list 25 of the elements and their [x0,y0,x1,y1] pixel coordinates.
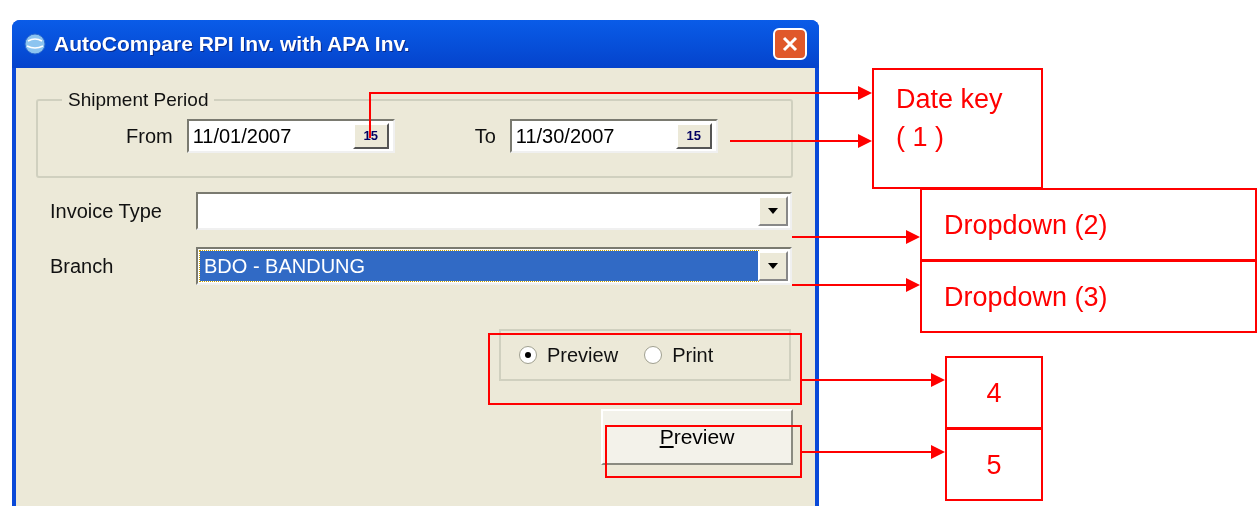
group-label: Shipment Period [67,88,210,112]
date-field[interactable]: 11/01/2007 15 [186,118,395,153]
calendar-button[interactable]: 15 [352,122,389,149]
window-title: AutoCompare RPI Inv. with APA Inv. [54,31,410,58]
radio-option[interactable]: Preview [519,340,619,370]
dropdown-arrow-icon [768,208,778,214]
field-label: Invoice Type [50,199,163,224]
calendar-button[interactable]: 15 [675,122,712,149]
date-field[interactable]: 11/30/2007 15 [509,118,718,153]
callout-text: Dropdown (2) [944,208,1108,242]
globe-icon [24,33,46,55]
dropdown-field[interactable]: BDO - BANDUNG [196,247,792,285]
field-label: To [474,123,496,149]
dropdown-field[interactable] [196,192,792,230]
preview-button[interactable]: Preview [601,409,793,465]
callout-text: Date key ( 1 ) [896,83,1003,154]
callout-text: 5 [986,448,1002,482]
callout-text: Dropdown (3) [944,280,1108,314]
close-button[interactable] [773,28,807,60]
field-label: Branch [50,254,115,279]
close-icon [782,36,798,52]
callout-text: 4 [986,376,1002,410]
dropdown-arrow-icon [768,263,778,269]
radio-option[interactable]: Print [644,340,714,370]
field-label: From [126,123,173,149]
